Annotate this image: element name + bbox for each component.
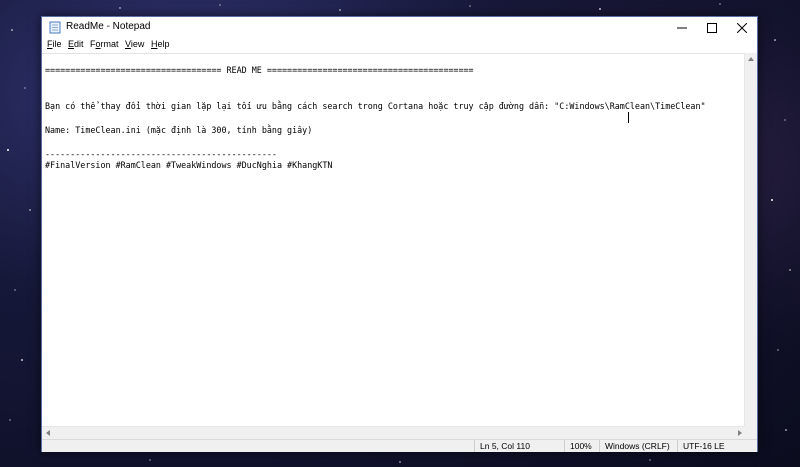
scroll-right-icon[interactable] xyxy=(738,430,742,436)
menu-bar: File Edit Format View Help xyxy=(42,38,757,52)
title-bar[interactable]: ReadMe - Notepad xyxy=(42,17,757,38)
text-line: Bạn có thể thay đổi thời gian lặp lại tố… xyxy=(45,101,706,111)
window-title: ReadMe - Notepad xyxy=(66,21,151,32)
notepad-window[interactable]: ReadMe - Notepad File Edit Format View H… xyxy=(41,16,758,452)
maximize-button[interactable] xyxy=(697,17,727,38)
status-bar: Ln 5, Col 110 100% Windows (CRLF) UTF-16… xyxy=(42,439,757,452)
menu-format[interactable]: Format xyxy=(90,39,119,49)
text-caret xyxy=(628,112,629,123)
text-line: #FinalVersion #RamClean #TweakWindows #D… xyxy=(45,160,333,170)
menu-view[interactable]: View xyxy=(125,39,144,49)
text-line: Name: TimeClean.ini (mặc định là 300, tí… xyxy=(45,125,313,135)
status-position: Ln 5, Col 110 xyxy=(474,440,564,452)
menu-file[interactable]: File xyxy=(47,39,62,49)
status-encoding: UTF-16 LE xyxy=(677,440,757,452)
close-button[interactable] xyxy=(727,17,757,38)
maximize-icon xyxy=(707,22,717,33)
text-editor[interactable]: =================================== READ… xyxy=(42,53,746,439)
minimize-button[interactable] xyxy=(667,17,697,38)
close-icon xyxy=(737,22,747,33)
menu-edit[interactable]: Edit xyxy=(68,39,84,49)
horizontal-scrollbar[interactable] xyxy=(42,426,746,439)
minimize-icon xyxy=(677,27,687,28)
status-zoom: 100% xyxy=(564,440,599,452)
status-line-ending: Windows (CRLF) xyxy=(599,440,677,452)
scroll-left-icon[interactable] xyxy=(46,430,50,436)
menu-help[interactable]: Help xyxy=(151,39,170,49)
scroll-up-icon[interactable] xyxy=(748,57,754,61)
notepad-icon xyxy=(49,21,61,34)
vertical-scrollbar[interactable] xyxy=(744,53,757,439)
text-line: =================================== READ… xyxy=(45,65,474,75)
text-line: ----------------------------------------… xyxy=(45,149,277,159)
scrollbar-corner xyxy=(744,426,757,439)
